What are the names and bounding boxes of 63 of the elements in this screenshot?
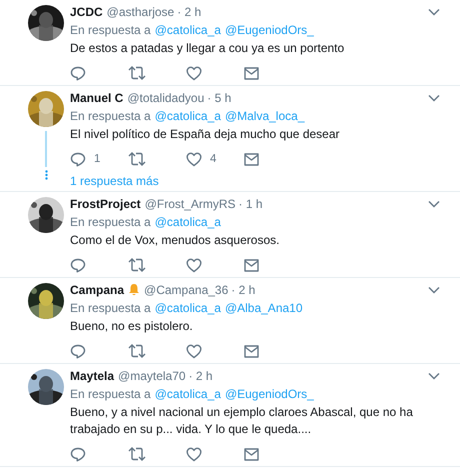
tweet-text: De estos a patadas y llegar a cou ya es un portento	[70, 40, 346, 57]
envelope-icon[interactable]	[244, 344, 259, 358]
reply-icon[interactable]	[70, 152, 86, 166]
user-name[interactable]: FrostProject	[70, 196, 141, 210]
chevron-down-icon[interactable]	[428, 94, 440, 102]
envelope-icon[interactable]	[244, 448, 259, 460]
user-handle[interactable]: @maytela70	[118, 368, 186, 382]
heart-icon[interactable]	[186, 258, 202, 272]
envelope-icon[interactable]	[244, 66, 259, 80]
reply-label: En respuesta a	[70, 387, 151, 401]
heart-icon[interactable]	[186, 344, 202, 358]
reply-icon[interactable]	[70, 66, 86, 80]
user-handle[interactable]: @totalidadyou	[127, 90, 204, 104]
retweet-icon[interactable]	[128, 258, 146, 272]
reply-label: En respuesta a	[70, 301, 151, 315]
tweet-text: Bueno, y a nivel nacional un ejemplo claroes Abascal, que no ha trabajado en su p... vida. Y lo que le queda....	[70, 404, 414, 438]
chevron-down-icon[interactable]	[428, 372, 440, 380]
heart-icon[interactable]	[186, 66, 202, 80]
retweet-icon[interactable]	[128, 66, 146, 80]
tweet-text: Bueno, no es pistolero.	[70, 318, 194, 335]
retweet-icon[interactable]	[128, 344, 146, 358]
chevron-down-icon[interactable]	[428, 286, 440, 294]
user-name[interactable]: Manuel C	[70, 90, 124, 104]
reply-icon[interactable]	[70, 446, 86, 462]
user-handle[interactable]: @Frost_ArmyRS	[144, 196, 236, 210]
mention-link[interactable]: @EugeniodOrs_	[224, 23, 314, 37]
user-name[interactable]: Maytela	[70, 368, 114, 382]
mention-link[interactable]: @catolica_a	[154, 23, 221, 37]
mention-link[interactable]: @Alba_Ana10	[224, 301, 303, 315]
chevron-down-icon[interactable]	[428, 8, 440, 16]
retweet-icon[interactable]	[128, 447, 146, 461]
mention-link[interactable]: @Malva_loca_	[224, 109, 304, 123]
reply-icon[interactable]	[70, 258, 86, 272]
reply-label: En respuesta a	[70, 215, 151, 229]
envelope-icon[interactable]	[244, 258, 259, 272]
user-name[interactable]: JCDC	[70, 4, 103, 18]
retweet-icon[interactable]	[128, 152, 146, 166]
like-count: 4	[210, 153, 216, 165]
more-replies-link[interactable]: 1 respuesta más	[70, 174, 159, 188]
mention-link[interactable]: @EugeniodOrs_	[224, 387, 314, 401]
tweet-time[interactable]: · 2 h	[188, 368, 213, 382]
chevron-down-icon[interactable]	[428, 200, 440, 208]
envelope-icon[interactable]	[244, 152, 259, 166]
reply-label: En respuesta a	[70, 23, 151, 37]
tweet-text: Como el de Vox, menudos asquerosos.	[70, 232, 280, 249]
tweet-time[interactable]: · 1 h	[238, 196, 263, 210]
reply-count: 1	[94, 153, 100, 165]
heart-icon[interactable]	[186, 152, 202, 166]
user-handle[interactable]: @Campana_36	[144, 282, 228, 296]
user-handle[interactable]: @astharjose	[106, 4, 174, 18]
heart-icon[interactable]	[186, 446, 202, 462]
reply-icon[interactable]	[70, 344, 86, 358]
mention-link[interactable]: @catolica_a	[154, 301, 221, 315]
tweet-text: El nivel político de España deja mucho que desear	[70, 126, 341, 143]
mention-link[interactable]: @catolica_a	[154, 215, 221, 229]
user-name[interactable]: Campana	[70, 282, 124, 296]
mention-link[interactable]: @catolica_a	[154, 109, 221, 123]
tweet-time[interactable]: · 2 h	[231, 282, 256, 296]
tweet-time[interactable]: · 5 h	[207, 90, 232, 104]
mention-link[interactable]: @catolica_a	[154, 387, 221, 401]
tweet-time[interactable]: · 2 h	[177, 4, 202, 18]
reply-label: En respuesta a	[70, 109, 151, 123]
thread-dots-icon	[44, 170, 48, 180]
